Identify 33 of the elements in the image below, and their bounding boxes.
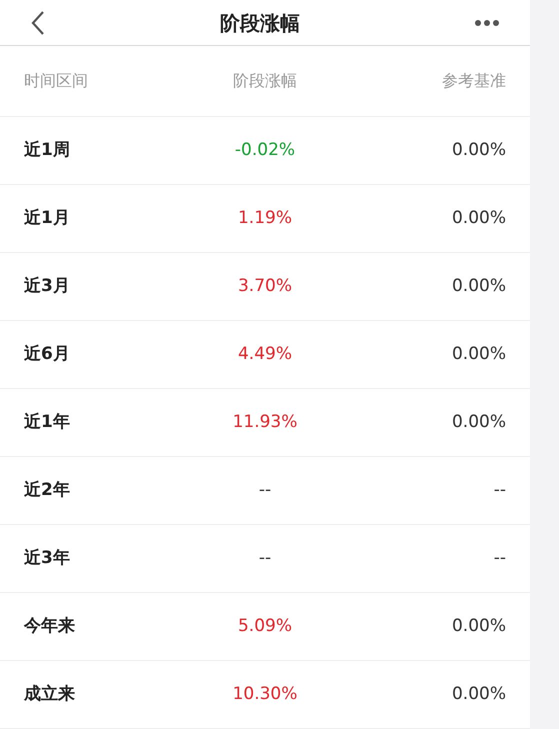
benchmark-value: -- <box>494 546 506 570</box>
change-value: 5.09% <box>238 614 292 638</box>
change-value: -- <box>258 546 272 570</box>
benchmark-value: 0.00% <box>452 274 506 298</box>
period-label: 成立来 <box>24 682 75 706</box>
benchmark-value: 0.00% <box>452 206 506 230</box>
page-title: 阶段涨幅 <box>220 10 300 37</box>
change-value: -- <box>258 478 272 502</box>
column-header: 阶段涨幅 <box>232 70 297 92</box>
column-header: 时间区间 <box>24 70 88 92</box>
change-value: 3.70% <box>238 274 292 298</box>
benchmark-value: 0.00% <box>452 410 506 434</box>
period-label: 近1周 <box>24 138 70 162</box>
change-value: 10.30% <box>232 682 298 706</box>
change-value: 1.19% <box>238 206 292 230</box>
column-header: 参考基准 <box>442 70 506 92</box>
benchmark-value: -- <box>494 478 506 502</box>
more-icon[interactable] <box>474 18 500 27</box>
period-label: 近3年 <box>24 546 70 570</box>
period-label: 近1月 <box>24 206 70 230</box>
change-value: -0.02% <box>234 138 296 162</box>
benchmark-value: 0.00% <box>452 342 506 366</box>
benchmark-value: 0.00% <box>452 138 506 162</box>
benchmark-value: 0.00% <box>452 614 506 638</box>
change-value: 4.49% <box>238 342 292 366</box>
period-label: 近3月 <box>24 274 70 298</box>
period-label: 今年来 <box>24 614 75 638</box>
change-value: 11.93% <box>232 410 298 434</box>
period-label: 近1年 <box>24 410 70 434</box>
period-label: 近6月 <box>24 342 70 366</box>
benchmark-value: 0.00% <box>452 682 506 706</box>
period-label: 近2年 <box>24 478 70 502</box>
back-icon[interactable] <box>30 10 46 36</box>
